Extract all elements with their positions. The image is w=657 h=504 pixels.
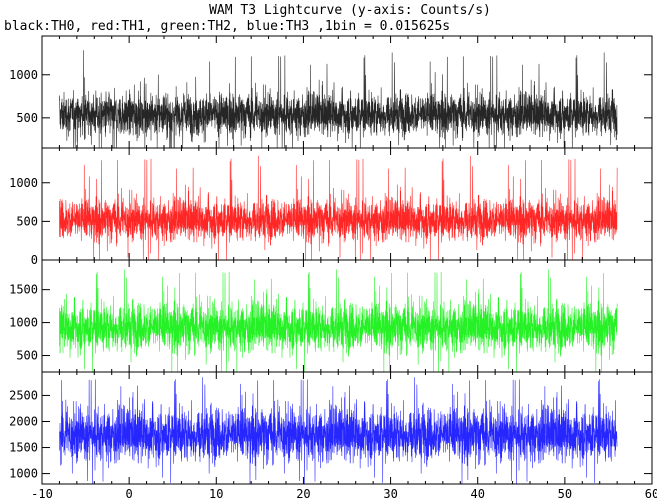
lightcurve-chart: WAM T3 Lightcurve (y-axis: Counts/s) bla… <box>4 3 657 501</box>
y-tick-label: 1000 <box>9 68 38 82</box>
panel-th2: 500 1000 1500 <box>9 259 653 373</box>
y-tick-label: 2000 <box>9 414 38 428</box>
panels-group: 5001000050010005001000150010001500200025… <box>9 35 657 501</box>
y-tick-label: 1000 <box>9 316 38 330</box>
x-tick-label: 0 <box>126 487 133 501</box>
chart-subtitle: black:TH0, red:TH1, green:TH2, blue:TH3 … <box>4 19 450 34</box>
y-tick-label: 1000 <box>9 176 38 190</box>
y-tick-label: 500 <box>16 111 38 125</box>
series-line-th0 <box>59 50 618 149</box>
panel-th1: 0 500 1000 <box>9 147 653 267</box>
y-tick-label: 1500 <box>9 283 38 297</box>
y-tick-label: 1500 <box>9 441 38 455</box>
series-line-th3 <box>59 377 618 485</box>
series-line-th2 <box>59 269 618 373</box>
x-tick-label: 50 <box>558 487 572 501</box>
panel-th0: 500 1000 <box>9 35 653 149</box>
y-tick-label: 0 <box>31 253 38 267</box>
y-tick-label: 500 <box>16 214 38 228</box>
x-tick-label: 20 <box>296 487 310 501</box>
x-tick-label: 60 <box>645 487 657 501</box>
x-tick-label: -10 <box>31 487 53 501</box>
y-tick-label: 500 <box>16 349 38 363</box>
x-tick-label: 10 <box>209 487 223 501</box>
y-tick-label: 1000 <box>9 467 38 481</box>
panel-th3: 1000 1500 2000 2500 <box>9 371 653 485</box>
x-tick-label: 40 <box>470 487 484 501</box>
y-tick-label: 2500 <box>9 388 38 402</box>
series-line-th1 <box>59 155 618 261</box>
x-tick-label: 30 <box>383 487 397 501</box>
chart-title: WAM T3 Lightcurve (y-axis: Counts/s) <box>209 3 491 18</box>
